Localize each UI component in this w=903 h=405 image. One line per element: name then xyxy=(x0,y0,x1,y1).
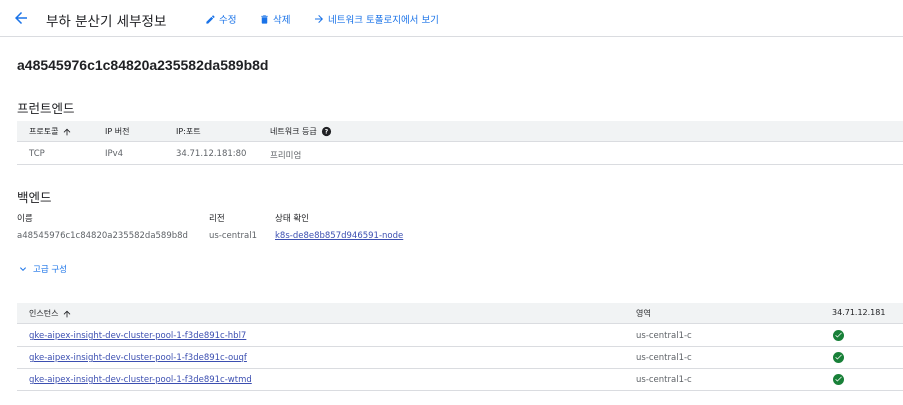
sort-up-arrow-icon xyxy=(64,310,71,317)
edit-label: 수정 xyxy=(219,15,237,26)
edit-button[interactable]: 수정 xyxy=(205,11,236,27)
frontend-title: 프런트엔드 xyxy=(17,101,75,116)
instance-zone: us-central1-c xyxy=(636,353,692,363)
resource-id: a48545976c1c84820a235582da589b8d xyxy=(17,57,269,73)
back-arrow-icon[interactable] xyxy=(12,9,30,27)
column-instance-label: 인스턴스 xyxy=(29,309,59,318)
column-ip-port: IP:포트 xyxy=(176,127,201,136)
top-bar: 부하 분산기 세부정보 수정 삭제 네트워크 토폴로지에서 보기 xyxy=(0,0,903,37)
chevron-down-icon xyxy=(20,267,26,271)
arrow-right-icon xyxy=(315,15,323,23)
delete-button[interactable]: 삭제 xyxy=(259,11,290,27)
column-network-tier: 네트워크 등급 ? xyxy=(270,126,332,137)
column-ip-version: IP 버전 xyxy=(105,127,130,136)
column-protocol-label: 프로토콜 xyxy=(29,127,59,136)
instances-table-header: 인스턴스 영역 34.71.12.181 xyxy=(17,303,903,324)
advanced-config-label: 고급 구성 xyxy=(33,265,67,275)
cell-network-tier: 프리미엄 xyxy=(270,151,302,161)
backend-health-label: 상태 확인 xyxy=(275,214,309,224)
cell-ip-port: 34.71.12.181:80 xyxy=(176,149,247,159)
trash-icon xyxy=(261,14,268,24)
view-topology-button[interactable]: 네트워크 토폴로지에서 보기 xyxy=(313,11,439,27)
advanced-config-toggle[interactable]: 고급 구성 xyxy=(17,263,67,275)
column-protocol[interactable]: 프로토콜 xyxy=(29,126,72,137)
sort-up-arrow-icon xyxy=(64,128,71,135)
backend-region-label: 리전 xyxy=(209,214,225,224)
instance-row: gke-aipex-insight-dev-cluster-pool-1-f3d… xyxy=(17,325,903,347)
column-network-tier-label: 네트워크 등급 xyxy=(270,127,317,136)
instance-link[interactable]: gke-aipex-insight-dev-cluster-pool-1-f3d… xyxy=(29,331,246,341)
column-ip-health: 34.71.12.181 xyxy=(832,308,886,317)
instance-zone: us-central1-c xyxy=(636,331,692,341)
healthy-check-icon xyxy=(833,374,844,385)
page-title: 부하 분산기 세부정보 xyxy=(46,14,167,30)
column-instance[interactable]: 인스턴스 xyxy=(29,308,72,319)
delete-label: 삭제 xyxy=(273,15,291,26)
health-check-link[interactable]: k8s-de8e8b857d946591-node xyxy=(275,231,403,241)
instance-row: gke-aipex-insight-dev-cluster-pool-1-f3d… xyxy=(17,347,903,369)
backend-title: 백엔드 xyxy=(17,190,52,205)
instance-zone: us-central1-c xyxy=(636,375,692,385)
column-zone: 영역 xyxy=(636,309,651,318)
instance-link[interactable]: gke-aipex-insight-dev-cluster-pool-1-f3d… xyxy=(29,375,252,385)
healthy-check-icon xyxy=(833,352,844,363)
cell-ip-version: IPv4 xyxy=(105,149,124,159)
backend-name-value: a48545976c1c84820a235582da589b8d xyxy=(17,231,188,241)
help-icon[interactable]: ? xyxy=(321,126,332,137)
healthy-check-icon xyxy=(833,330,844,341)
instance-row: gke-aipex-insight-dev-cluster-pool-1-f3d… xyxy=(17,369,903,391)
pencil-icon xyxy=(206,14,215,24)
frontend-table-header: 프로토콜 IP 버전 IP:포트 네트워크 등급 ? xyxy=(17,121,903,142)
frontend-table-row: TCP IPv4 34.71.12.181:80 프리미엄 xyxy=(17,143,903,165)
view-topology-label: 네트워크 토폴로지에서 보기 xyxy=(328,15,439,26)
backend-name-label: 이름 xyxy=(17,214,33,224)
svg-text:?: ? xyxy=(324,129,328,136)
backend-region-value: us-central1 xyxy=(209,231,257,241)
instance-link[interactable]: gke-aipex-insight-dev-cluster-pool-1-f3d… xyxy=(29,353,247,363)
cell-protocol: TCP xyxy=(29,149,45,159)
